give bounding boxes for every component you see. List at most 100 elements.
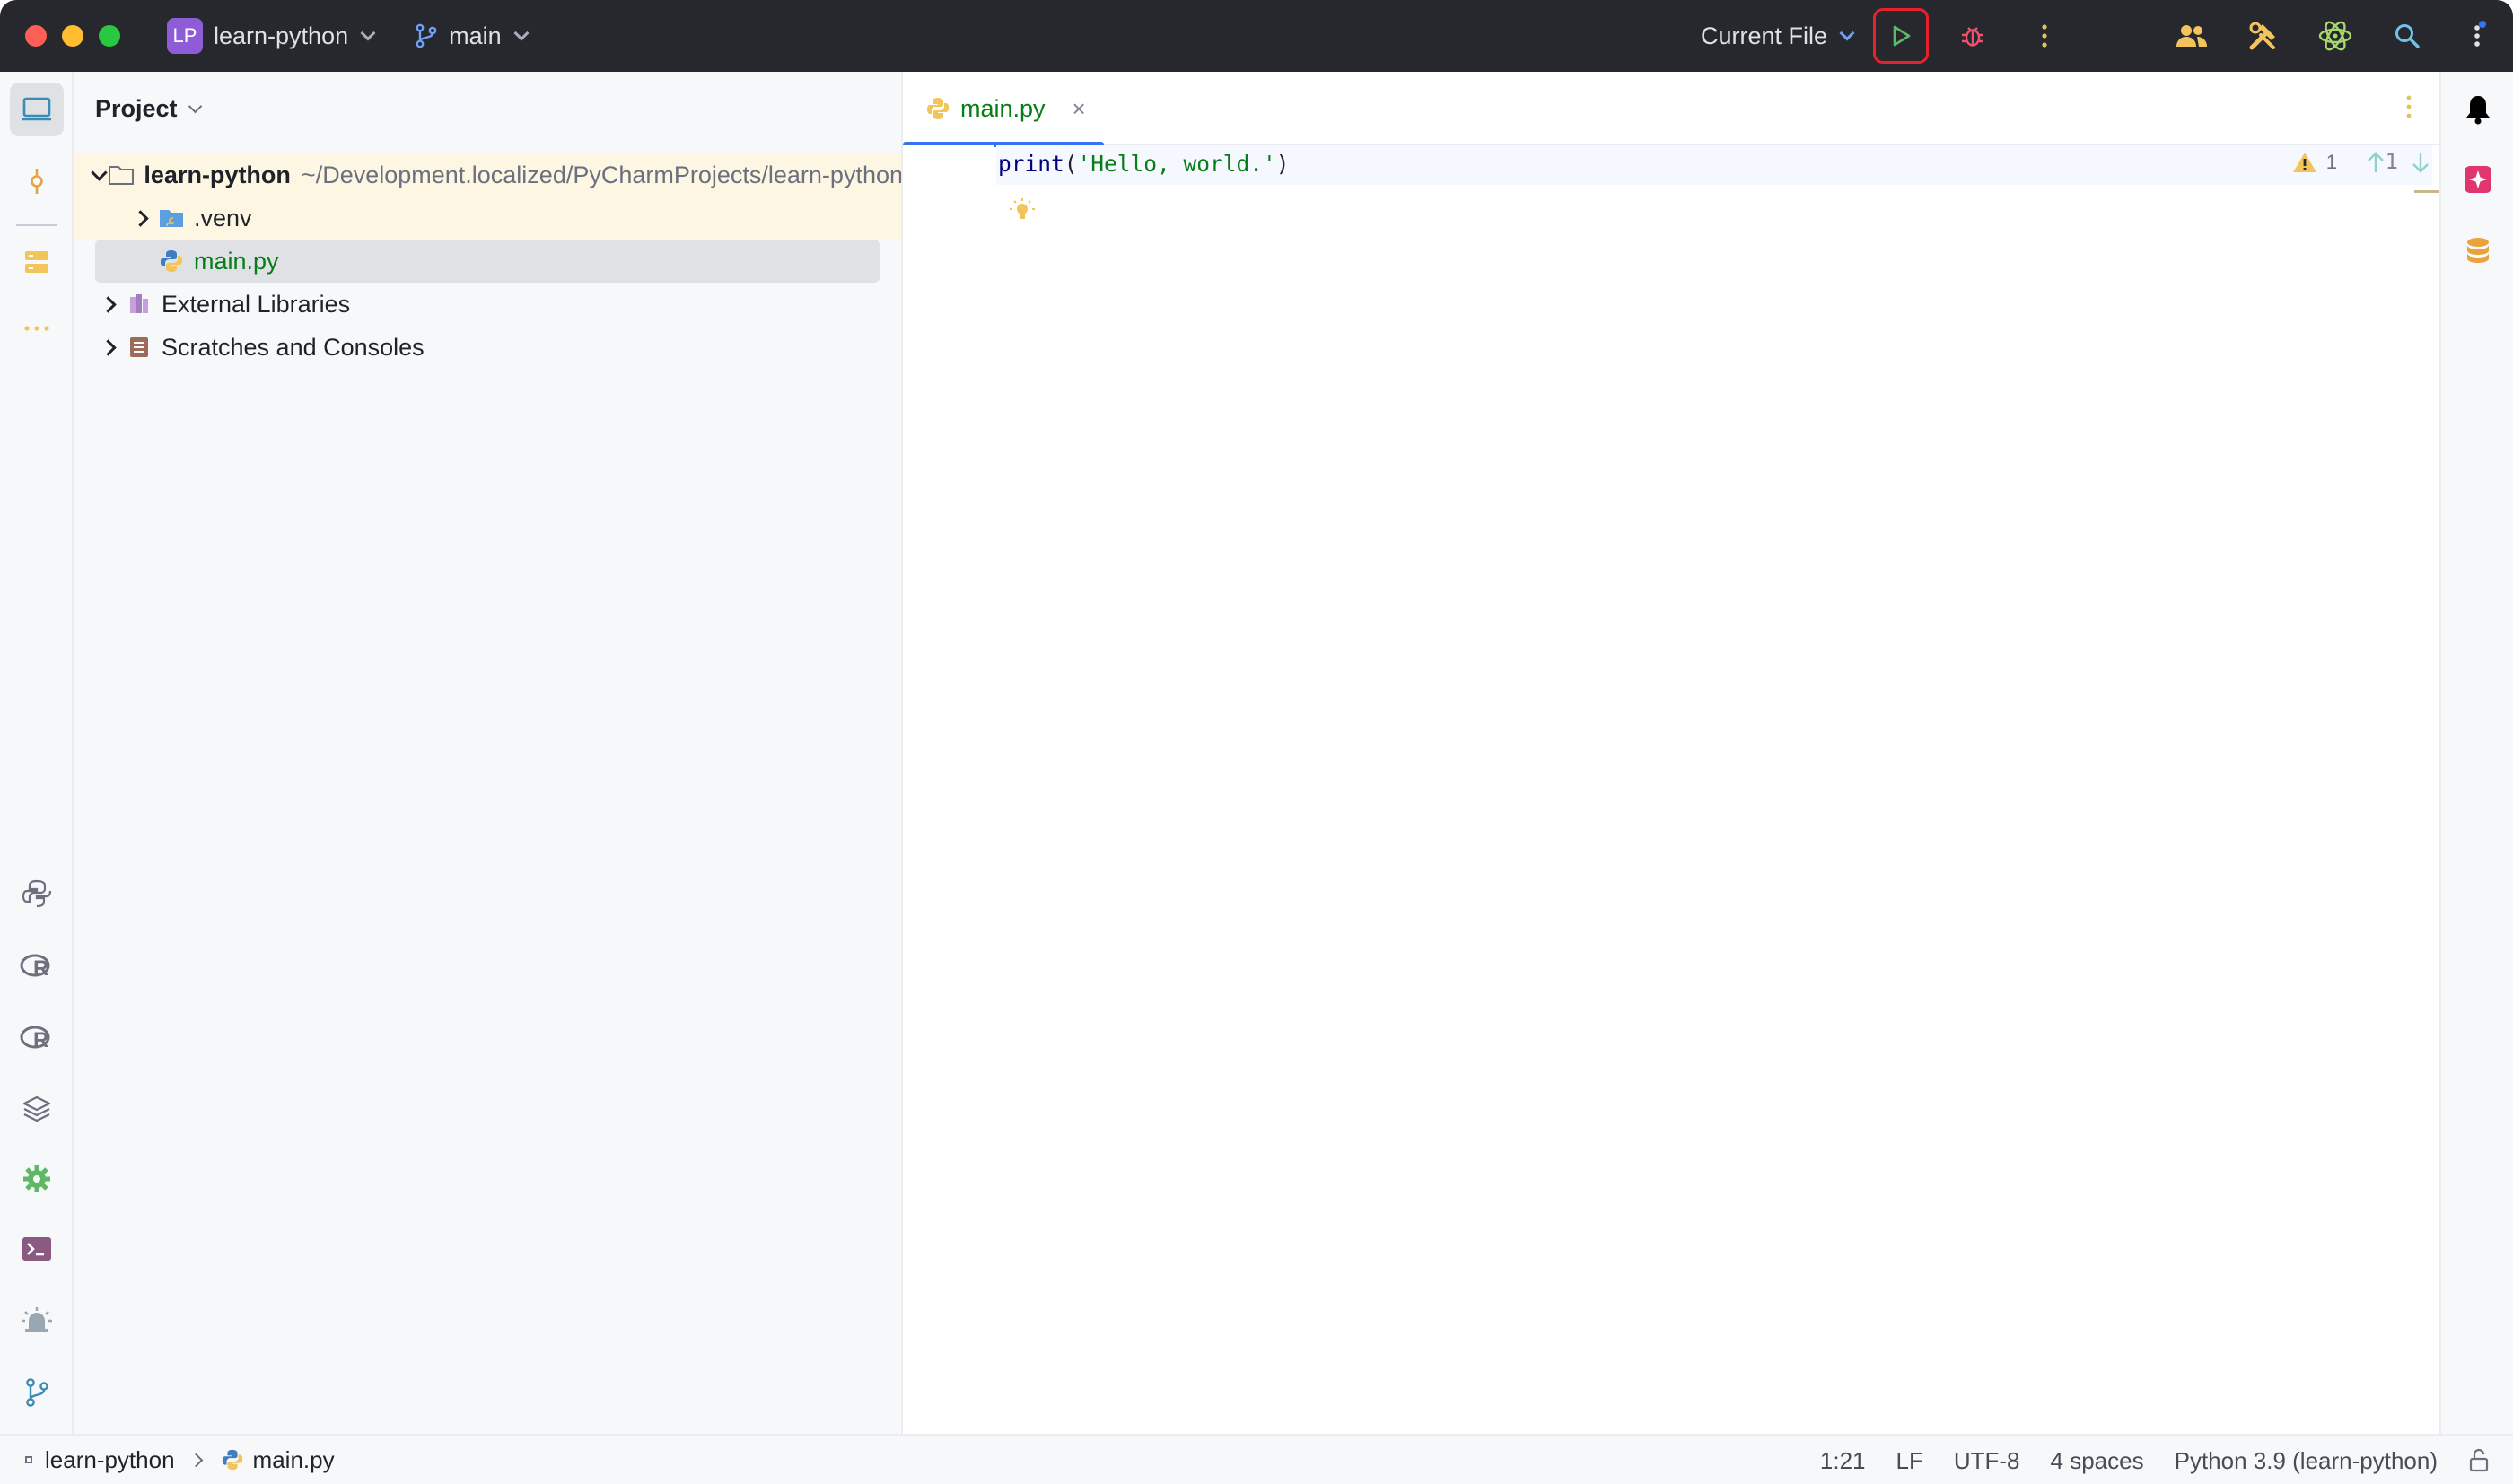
project-path: ~/Development.localized/PyCharmProjects/…: [301, 161, 903, 188]
python-file-icon: [221, 1448, 244, 1471]
chevron-down-icon: [188, 99, 202, 114]
ai-chat-button[interactable]: [2451, 153, 2505, 206]
warning-count: 1: [2325, 151, 2337, 173]
expand-arrow-icon[interactable]: [90, 338, 126, 356]
run-button[interactable]: [1873, 8, 1929, 64]
minimize-window-button[interactable]: [62, 25, 83, 47]
more-tool-windows-button[interactable]: [10, 301, 64, 355]
database-button[interactable]: [2451, 224, 2505, 278]
intention-bulb-icon[interactable]: [1009, 197, 1036, 229]
debug-button[interactable]: [1948, 11, 1998, 61]
scratches-icon: [126, 334, 153, 361]
tree-item-label: Scratches and Consoles: [162, 333, 425, 361]
library-icon: [126, 291, 153, 318]
notifications-button[interactable]: [2451, 83, 2505, 136]
more-horizontal-icon: [24, 326, 49, 331]
code-line-1[interactable]: print('Hello, world.'): [998, 151, 1290, 177]
branch-icon: [415, 23, 438, 48]
commit-icon: [31, 169, 43, 194]
terminal-button[interactable]: [10, 1222, 64, 1276]
settings-menu-button[interactable]: [2454, 11, 2504, 61]
project-small-icon: [25, 1456, 32, 1463]
close-window-button[interactable]: [25, 25, 47, 47]
project-panel-header[interactable]: Project: [95, 95, 202, 123]
tree-item-label: main.py: [194, 247, 279, 275]
file-encoding[interactable]: UTF-8: [1954, 1447, 2020, 1475]
project-name: learn-python: [214, 22, 349, 49]
search-button[interactable]: [2382, 11, 2432, 61]
caret-position[interactable]: 1:21: [1820, 1447, 1866, 1475]
branch-switcher[interactable]: main: [404, 11, 538, 61]
atom-icon: [2318, 21, 2352, 51]
project-panel: Project learn-python ~/Development.local…: [74, 72, 903, 1434]
commit-tool-button[interactable]: [10, 154, 64, 208]
warning-stripe-marker[interactable]: [2414, 190, 2439, 193]
code-paren-close: ): [1275, 151, 1290, 177]
close-tab-icon[interactable]: ×: [1073, 95, 1086, 123]
more-vertical-icon: [2474, 21, 2486, 47]
line-number-gutter: [903, 145, 994, 1434]
r-graphics-button[interactable]: R: [10, 1010, 64, 1064]
python-file-icon: [158, 248, 185, 275]
run-configuration-selector[interactable]: Current File: [1690, 11, 1863, 61]
indent-settings[interactable]: 4 spaces: [2051, 1447, 2144, 1475]
svg-text:R: R: [33, 956, 48, 979]
tree-item-scratches[interactable]: Scratches and Consoles: [74, 326, 901, 369]
play-icon: [1893, 25, 1911, 47]
python-interpreter[interactable]: Python 3.9 (learn-python): [2175, 1447, 2438, 1475]
ai-assistant-button[interactable]: [2310, 11, 2360, 61]
code-function: print: [998, 151, 1064, 177]
tree-item-label: learn-python: [144, 161, 291, 188]
services-button[interactable]: [10, 1152, 64, 1206]
structure-tool-button[interactable]: [10, 235, 64, 289]
status-bar: learn-python main.py 1:21 LF UTF-8 4 spa…: [0, 1434, 2513, 1484]
editor-tab-options-button[interactable]: [2405, 93, 2412, 125]
breadcrumb-project[interactable]: learn-python: [45, 1446, 175, 1474]
expand-arrow-icon[interactable]: [122, 209, 158, 227]
editor-tab-label: main.py: [960, 94, 1046, 122]
lock-icon[interactable]: [2468, 1448, 2490, 1473]
breadcrumb-file[interactable]: main.py: [253, 1446, 335, 1474]
branch-icon: [26, 1378, 48, 1407]
python-packages-button[interactable]: [10, 1082, 64, 1136]
project-tool-button[interactable]: [10, 83, 64, 136]
monitor-icon: [22, 97, 51, 121]
folder-icon: [108, 161, 135, 188]
python-icon: [22, 879, 52, 908]
tree-item-project-root[interactable]: learn-python ~/Development.localized/PyC…: [74, 153, 903, 196]
line-separator[interactable]: LF: [1896, 1447, 1923, 1475]
tree-item-main-py[interactable]: main.py: [95, 240, 880, 283]
editor-tab-main-py[interactable]: main.py ×: [903, 72, 1104, 147]
expand-arrow-icon[interactable]: [90, 163, 108, 181]
search-icon: [2395, 24, 2420, 48]
previous-highlight-arrow-icon[interactable]: [2366, 151, 2386, 174]
tree-item-external-libraries[interactable]: External Libraries: [74, 283, 901, 326]
users-icon: [2176, 25, 2207, 47]
more-actions-button[interactable]: [2019, 11, 2070, 61]
chevron-down-icon: [360, 25, 376, 41]
code-string: 'Hello, world.': [1077, 151, 1276, 177]
build-tools-button[interactable]: [2238, 11, 2289, 61]
breadcrumb: learn-python main.py: [25, 1446, 335, 1474]
window-controls: [25, 25, 120, 47]
inspection-widget[interactable]: 1: [2292, 151, 2430, 174]
r-console-button[interactable]: R: [10, 938, 64, 992]
more-vertical-icon: [2042, 24, 2047, 48]
python-console-button[interactable]: [10, 867, 64, 921]
terminal-icon: [22, 1237, 51, 1261]
sparkle-icon: [2465, 166, 2491, 193]
code-with-me-button[interactable]: [2167, 11, 2217, 61]
chevron-down-icon: [1839, 25, 1855, 41]
project-switcher[interactable]: LP learn-python: [156, 11, 384, 61]
problems-button[interactable]: [10, 1294, 64, 1348]
layers-icon: [22, 1096, 51, 1122]
tree-item-venv[interactable]: .venv: [74, 196, 901, 240]
branch-name: main: [449, 22, 502, 49]
project-badge: LP: [167, 18, 203, 54]
code-paren-open: (: [1064, 151, 1078, 177]
maximize-window-button[interactable]: [99, 25, 120, 47]
expand-arrow-icon[interactable]: [90, 295, 126, 313]
next-highlight-arrow-icon[interactable]: [2411, 151, 2430, 174]
version-control-button[interactable]: [10, 1366, 64, 1419]
chevron-right-icon: [188, 1453, 203, 1467]
